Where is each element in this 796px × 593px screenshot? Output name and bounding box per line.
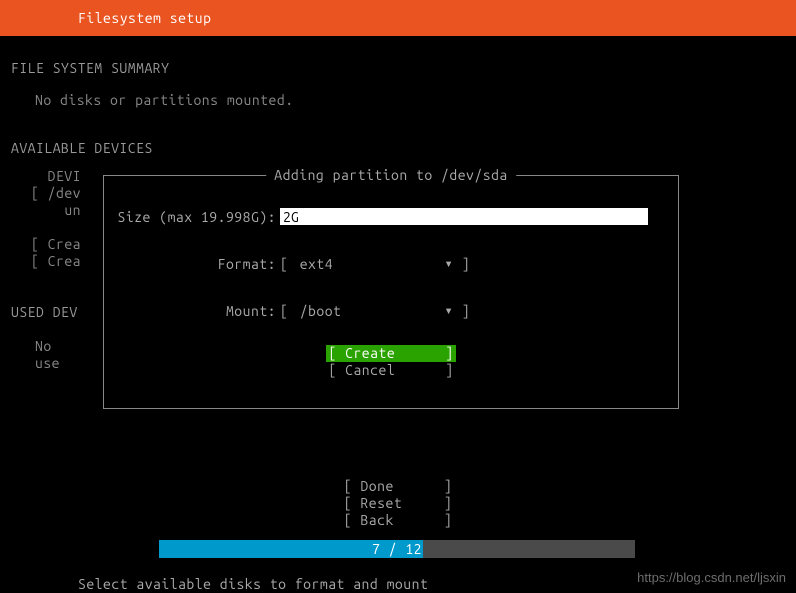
used-devices-heading: USED DEV — [11, 304, 81, 321]
reset-button[interactable]: [ Reset ] — [0, 495, 796, 512]
device-unit: un — [11, 202, 81, 219]
done-button[interactable]: [ Done ] — [0, 478, 796, 495]
modal-title: Adding partition to /dev/sda — [266, 167, 516, 183]
footer-buttons: [ Done ] [ Reset ] [ Back ] — [0, 478, 796, 529]
available-devices-heading: AVAILABLE DEVICES — [11, 140, 796, 156]
create-option-2: [ Crea — [11, 253, 81, 270]
progress-text: 7 / 12 — [372, 540, 422, 558]
add-partition-modal: Adding partition to /dev/sda Size (max 1… — [103, 175, 679, 409]
mount-dropdown[interactable]: [ /boot▾ ] — [280, 302, 470, 319]
watermark: https://blog.csdn.net/ljsxin — [637, 570, 786, 585]
footer-hint: Select available disks to format and mou… — [78, 576, 428, 592]
file-system-summary-text: No disks or partitions mounted. — [35, 92, 796, 108]
size-input[interactable] — [280, 208, 648, 225]
mount-field-row: Mount: [ /boot▾ ] — [104, 302, 678, 319]
back-button[interactable]: [ Back ] — [0, 512, 796, 529]
chevron-down-icon: ▾ — [437, 302, 462, 319]
format-field-row: Format: [ ext4▾ ] — [104, 255, 678, 272]
mount-value: /boot — [297, 303, 437, 319]
main-content: FILE SYSTEM SUMMARY No disks or partitio… — [0, 36, 796, 156]
progress-bar: 7 / 12 — [159, 540, 635, 558]
size-field-row: Size (max 19.998G): — [104, 208, 678, 225]
mount-label: Mount: — [104, 303, 280, 319]
device-label: DEVI — [11, 168, 81, 185]
size-label: Size (max 19.998G): — [104, 209, 280, 225]
header-title: Filesystem setup — [78, 10, 211, 26]
create-option-1: [ Crea — [11, 236, 81, 253]
left-column-truncated: DEVI [ /dev un [ Crea [ Crea USED DEV No… — [11, 168, 81, 355]
format-dropdown[interactable]: [ ext4▾ ] — [280, 255, 470, 272]
cancel-button[interactable]: [ Cancel ] — [328, 362, 453, 379]
header-bar: Filesystem setup — [0, 0, 796, 36]
device-path: [ /dev — [11, 185, 81, 202]
format-label: Format: — [104, 256, 280, 272]
format-value: ext4 — [297, 256, 437, 272]
file-system-summary-heading: FILE SYSTEM SUMMARY — [11, 60, 796, 76]
used-devices-text: No use — [11, 338, 81, 355]
create-button[interactable]: [ Create ] — [326, 345, 455, 362]
chevron-down-icon: ▾ — [437, 255, 462, 272]
